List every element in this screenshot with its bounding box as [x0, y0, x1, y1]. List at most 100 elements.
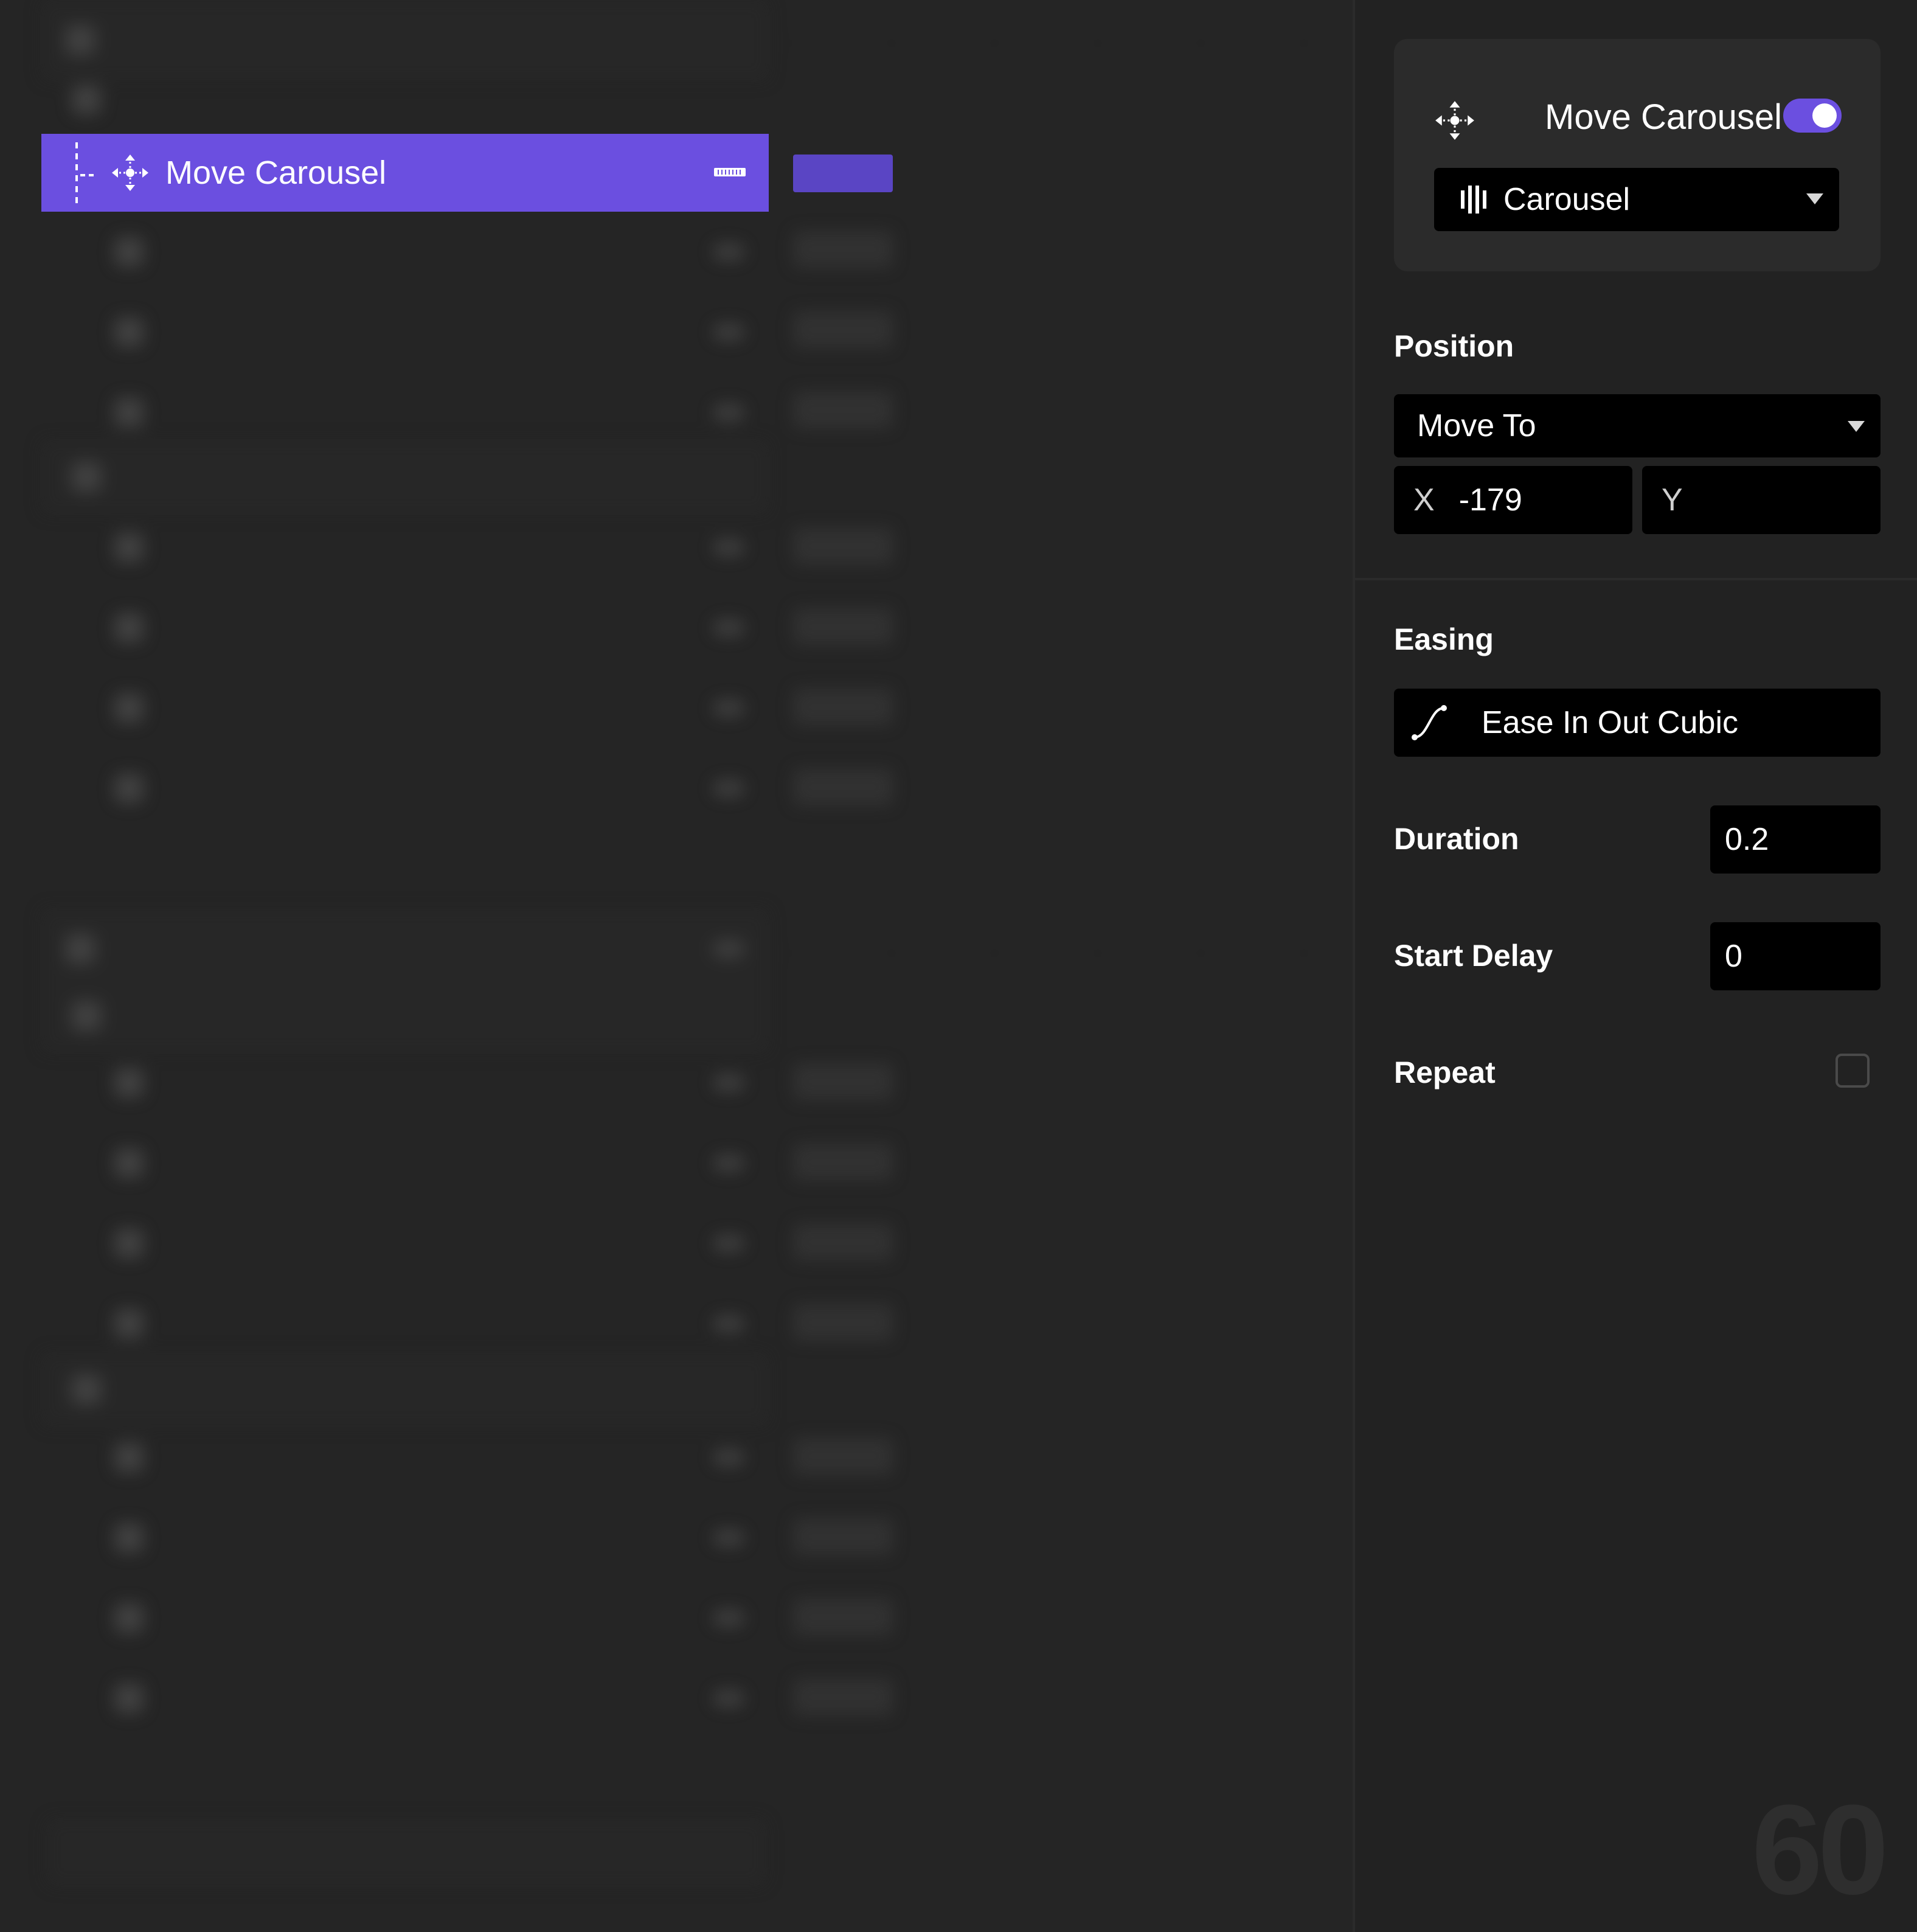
- visibility-icon[interactable]: [713, 405, 744, 420]
- layer-row[interactable]: [41, 668, 769, 748]
- visibility-icon[interactable]: [713, 1530, 744, 1546]
- repeat-checkbox[interactable]: [1836, 1054, 1870, 1088]
- tree-guide-line: [75, 142, 78, 208]
- repeat-label: Repeat: [1394, 1055, 1496, 1089]
- image-icon: [114, 693, 144, 723]
- image-icon: [114, 1309, 144, 1338]
- visibility-icon[interactable]: [713, 1235, 744, 1251]
- layer-row[interactable]: [41, 1578, 769, 1658]
- carousel-bars-icon: [1461, 186, 1486, 214]
- timeline-bar[interactable]: [793, 608, 893, 645]
- target-layer-select[interactable]: Carousel: [1434, 168, 1839, 231]
- fps-counter: 60: [1752, 1778, 1889, 1921]
- timeline-ruler: · · · · · ·: [785, 29, 1308, 54]
- visibility-icon[interactable]: [713, 1316, 744, 1332]
- toggle-knob: [1812, 103, 1837, 128]
- image-icon: [114, 1684, 144, 1713]
- timeline-bar[interactable]: [793, 1304, 893, 1341]
- visibility-icon[interactable]: [713, 780, 744, 796]
- timeline-bar[interactable]: [793, 689, 893, 725]
- timeline-bar[interactable]: [793, 769, 893, 805]
- timeline-bar[interactable]: [793, 1599, 893, 1635]
- add-trigger-button[interactable]: [46, 1819, 766, 1886]
- image-icon: [114, 237, 144, 266]
- timeline-bar[interactable]: [793, 1518, 893, 1555]
- timeline-bar[interactable]: [793, 1224, 893, 1260]
- y-axis-label: Y: [1662, 482, 1683, 518]
- x-value: -179: [1458, 482, 1522, 518]
- image-icon: [114, 1148, 144, 1178]
- position-mode-value: Move To: [1417, 408, 1536, 443]
- step-icon: [72, 1001, 101, 1030]
- timeline-panel: · · · · · · · · · · · · Move Carousel: [0, 0, 1353, 1932]
- move-icon: [1435, 101, 1474, 140]
- visibility-icon[interactable]: [713, 1610, 744, 1626]
- trigger-group-row[interactable]: [41, 909, 769, 989]
- start-delay-label: Start Delay: [1394, 939, 1553, 973]
- layer-tree: [41, 0, 769, 1932]
- step-icon: [72, 462, 101, 492]
- timeline-bar[interactable]: [793, 311, 893, 348]
- image-icon: [114, 1523, 144, 1552]
- layer-row[interactable]: [41, 1417, 769, 1498]
- timeline-bar[interactable]: [793, 231, 893, 268]
- duration-input[interactable]: 0.2: [1710, 805, 1881, 874]
- layer-row[interactable]: [41, 1123, 769, 1203]
- chevron-down-icon: [1806, 193, 1823, 204]
- visibility-icon[interactable]: [713, 324, 744, 340]
- visibility-icon[interactable]: [713, 540, 744, 555]
- image-icon: [114, 613, 144, 642]
- x-field[interactable]: X -179: [1394, 466, 1632, 534]
- drag-handle-icon[interactable]: [714, 168, 746, 176]
- visibility-icon[interactable]: [713, 620, 744, 636]
- position-mode-select[interactable]: Move To: [1394, 394, 1881, 457]
- layer-row[interactable]: [41, 1043, 769, 1123]
- ease-curve-icon: [1412, 705, 1447, 740]
- timeline-bar[interactable]: [793, 1679, 893, 1715]
- chevron-down-icon: [66, 934, 95, 964]
- move-icon: [114, 533, 144, 562]
- timeline-bar[interactable]: [793, 392, 893, 428]
- layer-row[interactable]: [41, 748, 769, 829]
- easing-select[interactable]: Ease In Out Cubic: [1394, 689, 1881, 757]
- selected-timeline-bar[interactable]: [793, 155, 893, 192]
- chevron-down-icon: [66, 26, 95, 55]
- action-enabled-toggle[interactable]: [1783, 99, 1842, 133]
- layer-name: Move Carousel: [165, 155, 387, 191]
- timeline-bar[interactable]: [793, 1144, 893, 1180]
- section-divider: [1355, 578, 1917, 580]
- layer-row[interactable]: [41, 212, 769, 292]
- selected-layer-row[interactable]: Move Carousel: [41, 134, 769, 212]
- timeline-bar[interactable]: [793, 1063, 893, 1100]
- visibility-icon[interactable]: [713, 1075, 744, 1091]
- step-row[interactable]: [41, 1353, 769, 1426]
- duration-value: 0.2: [1725, 822, 1769, 857]
- step-row[interactable]: [41, 440, 769, 513]
- timeline-bar[interactable]: [793, 1438, 893, 1475]
- step-icon: [72, 85, 101, 114]
- layer-row[interactable]: [41, 1498, 769, 1578]
- layer-row[interactable]: [41, 1658, 769, 1739]
- y-field[interactable]: Y: [1642, 466, 1881, 534]
- easing-value: Ease In Out Cubic: [1482, 705, 1738, 740]
- layer-row[interactable]: [41, 1284, 769, 1364]
- visibility-icon[interactable]: [713, 244, 744, 260]
- timeline-bar[interactable]: [793, 528, 893, 565]
- step-row[interactable]: [41, 63, 769, 136]
- move-icon: [114, 1068, 144, 1097]
- target-layer-value: Carousel: [1503, 182, 1631, 217]
- start-delay-input[interactable]: 0: [1710, 922, 1881, 990]
- image-icon: [114, 1604, 144, 1633]
- visibility-icon[interactable]: [713, 1690, 744, 1706]
- visibility-icon[interactable]: [713, 1450, 744, 1465]
- step-row[interactable]: [41, 979, 769, 1052]
- visibility-icon[interactable]: [713, 700, 744, 716]
- visibility-icon[interactable]: [713, 1155, 744, 1171]
- trigger-label: [118, 21, 209, 59]
- layer-row[interactable]: [41, 588, 769, 668]
- visibility-icon[interactable]: [713, 941, 744, 957]
- layer-row[interactable]: [41, 507, 769, 588]
- layer-row[interactable]: [41, 292, 769, 372]
- layer-row[interactable]: [41, 1203, 769, 1284]
- move-icon: [112, 155, 148, 191]
